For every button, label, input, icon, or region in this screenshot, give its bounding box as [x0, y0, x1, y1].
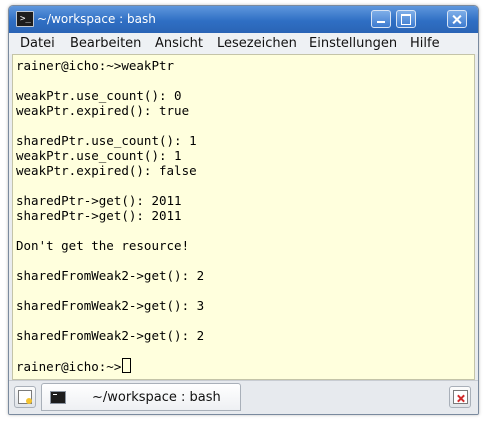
terminal-line: weakPtr.expired(): false: [16, 163, 197, 178]
terminal-icon[interactable]: >_: [16, 11, 34, 27]
menu-bar: Datei Bearbeiten Ansicht Lesezeichen Ein…: [9, 33, 478, 54]
maximize-button[interactable]: [396, 10, 416, 28]
menu-hilfe[interactable]: Hilfe: [410, 35, 440, 52]
terminal-prompt-line: rainer@icho:~>: [16, 358, 132, 374]
terminal-line: sharedFromWeak2->get(): 2: [16, 268, 205, 283]
menu-lesezeichen[interactable]: Lesezeichen: [217, 35, 297, 52]
menu-ansicht[interactable]: Ansicht: [155, 35, 203, 52]
terminal-line: weakPtr.use_count(): 1: [16, 148, 182, 163]
new-tab-button[interactable]: [14, 386, 36, 408]
terminal-line: sharedPtr.use_count(): 1: [16, 133, 197, 148]
terminal-line: weakPtr.expired(): true: [16, 103, 190, 118]
close-tab-button[interactable]: [449, 386, 471, 408]
minimize-button[interactable]: [371, 10, 391, 28]
menu-bearbeiten[interactable]: Bearbeiten: [70, 35, 141, 52]
menu-datei[interactable]: Datei: [20, 35, 55, 52]
terminal-line: sharedFromWeak2->get(): 2: [16, 328, 205, 343]
terminal-line: sharedFromWeak2->get(): 3: [16, 298, 205, 313]
tab-bar: ~/workspace : bash: [9, 380, 478, 414]
title-bar[interactable]: >_ ~/workspace : bash: [9, 6, 478, 33]
terminal-line: sharedPtr->get(): 2011: [16, 193, 182, 208]
terminal-line: sharedPtr->get(): 2011: [16, 208, 182, 223]
terminal-line: rainer@icho:~>weakPtr: [16, 58, 175, 73]
terminal-icon: [50, 391, 66, 404]
terminal-output[interactable]: rainer@icho:~>weakPtr weakPtr.use_count(…: [12, 54, 475, 380]
new-tab-icon: [18, 390, 32, 404]
terminal-line: Don't get the resource!: [16, 238, 190, 253]
menu-einstellungen[interactable]: Einstellungen: [309, 35, 397, 52]
terminal-line: weakPtr.use_count(): 0: [16, 88, 182, 103]
window-title: ~/workspace : bash: [37, 12, 156, 26]
close-button[interactable]: [447, 10, 467, 28]
text-cursor: [122, 358, 132, 373]
terminal-window: >_ ~/workspace : bash Datei Bearbeiten A…: [8, 5, 479, 415]
tab-label: ~/workspace : bash: [92, 390, 221, 405]
terminal-prompt: rainer@icho:~>: [16, 359, 122, 374]
tab-bash[interactable]: ~/workspace : bash: [41, 383, 241, 411]
close-tab-icon: [453, 390, 468, 404]
